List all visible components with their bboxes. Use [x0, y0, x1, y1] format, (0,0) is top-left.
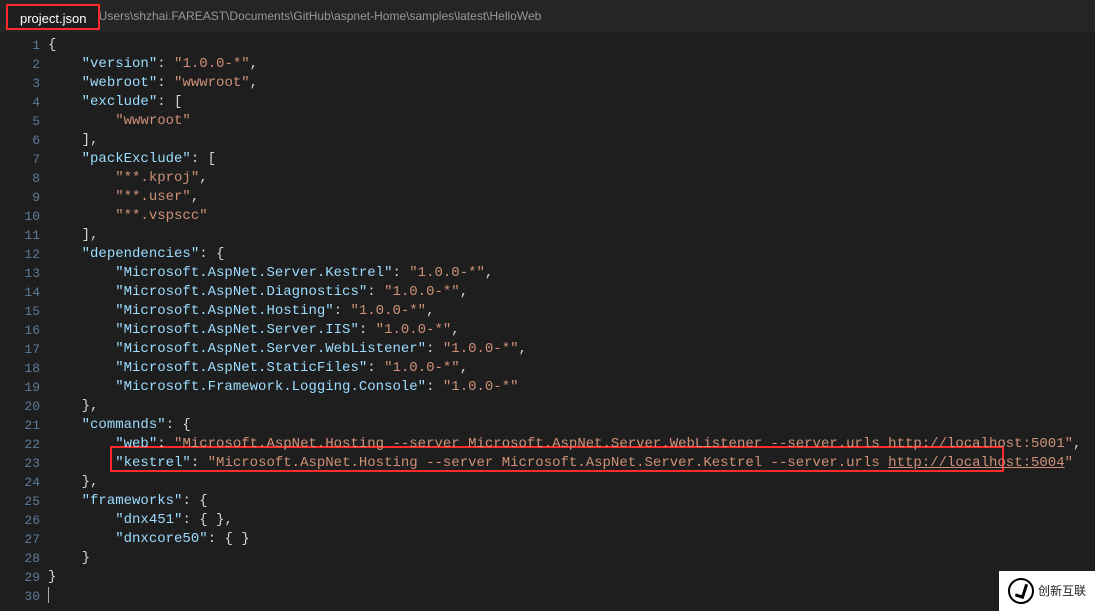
- code-line: "Microsoft.AspNet.Diagnostics": "1.0.0-*…: [48, 283, 1095, 302]
- code-line: "Microsoft.Framework.Logging.Console": "…: [48, 378, 1095, 397]
- line-number: 28: [0, 549, 48, 568]
- editor[interactable]: 1234567891011121314151617181920212223242…: [0, 32, 1095, 611]
- line-number: 22: [0, 435, 48, 454]
- code-line: [48, 587, 1095, 606]
- line-number: 10: [0, 207, 48, 226]
- text-cursor: [48, 587, 49, 603]
- code-line: },: [48, 397, 1095, 416]
- line-number: 27: [0, 530, 48, 549]
- code-line: "**.kproj",: [48, 169, 1095, 188]
- localhost-url[interactable]: http://localhost:5004: [888, 455, 1064, 471]
- watermark: 创新互联: [999, 571, 1095, 611]
- code-line: "Microsoft.AspNet.Server.IIS": "1.0.0-*"…: [48, 321, 1095, 340]
- line-number: 4: [0, 93, 48, 112]
- code-line: "kestrel": "Microsoft.AspNet.Hosting --s…: [48, 454, 1095, 473]
- code-line: "web": "Microsoft.AspNet.Hosting --serve…: [48, 435, 1095, 454]
- code-line: "Microsoft.AspNet.StaticFiles": "1.0.0-*…: [48, 359, 1095, 378]
- code-line: "dependencies": {: [48, 245, 1095, 264]
- line-number-gutter: 1234567891011121314151617181920212223242…: [0, 32, 48, 611]
- line-number: 25: [0, 492, 48, 511]
- line-number: 11: [0, 226, 48, 245]
- code-line: "Microsoft.AspNet.Server.Kestrel": "1.0.…: [48, 264, 1095, 283]
- code-line: ],: [48, 131, 1095, 150]
- line-number: 3: [0, 74, 48, 93]
- code-line: {: [48, 36, 1095, 55]
- line-number: 14: [0, 283, 48, 302]
- watermark-text: 创新互联: [1038, 585, 1086, 597]
- line-number: 29: [0, 568, 48, 587]
- line-number: 26: [0, 511, 48, 530]
- line-number: 7: [0, 150, 48, 169]
- line-number: 20: [0, 397, 48, 416]
- line-number: 30: [0, 587, 48, 606]
- tab-bar: project.json :\Users\shzhai.FAREAST\Docu…: [0, 0, 1095, 32]
- line-number: 5: [0, 112, 48, 131]
- code-line: ],: [48, 226, 1095, 245]
- line-number: 17: [0, 340, 48, 359]
- code-area[interactable]: { "version": "1.0.0-*", "webroot": "wwwr…: [48, 32, 1095, 611]
- line-number: 1: [0, 36, 48, 55]
- line-number: 12: [0, 245, 48, 264]
- line-number: 13: [0, 264, 48, 283]
- watermark-logo-icon: [1008, 578, 1034, 604]
- code-line: "packExclude": [: [48, 150, 1095, 169]
- line-number: 8: [0, 169, 48, 188]
- code-line: "webroot": "wwwroot",: [48, 74, 1095, 93]
- code-line: "Microsoft.AspNet.Server.WebListener": "…: [48, 340, 1095, 359]
- code-line: "version": "1.0.0-*",: [48, 55, 1095, 74]
- line-number: 23: [0, 454, 48, 473]
- code-line: "**.vspscc": [48, 207, 1095, 226]
- code-line: "wwwroot": [48, 112, 1095, 131]
- code-line: "commands": {: [48, 416, 1095, 435]
- code-line: }: [48, 549, 1095, 568]
- line-number: 9: [0, 188, 48, 207]
- file-path: :\Users\shzhai.FAREAST\Documents\GitHub\…: [92, 0, 541, 32]
- code-line: },: [48, 473, 1095, 492]
- code-line: "dnx451": { },: [48, 511, 1095, 530]
- code-line: }: [48, 568, 1095, 587]
- line-number: 15: [0, 302, 48, 321]
- code-line: "Microsoft.AspNet.Hosting": "1.0.0-*",: [48, 302, 1095, 321]
- line-number: 21: [0, 416, 48, 435]
- code-line: "frameworks": {: [48, 492, 1095, 511]
- line-number: 18: [0, 359, 48, 378]
- code-line: "dnxcore50": { }: [48, 530, 1095, 549]
- line-number: 16: [0, 321, 48, 340]
- tab-project-json[interactable]: project.json: [6, 4, 100, 30]
- line-number: 2: [0, 55, 48, 74]
- line-number: 19: [0, 378, 48, 397]
- line-number: 24: [0, 473, 48, 492]
- line-number: 6: [0, 131, 48, 150]
- code-line: "exclude": [: [48, 93, 1095, 112]
- code-line: "**.user",: [48, 188, 1095, 207]
